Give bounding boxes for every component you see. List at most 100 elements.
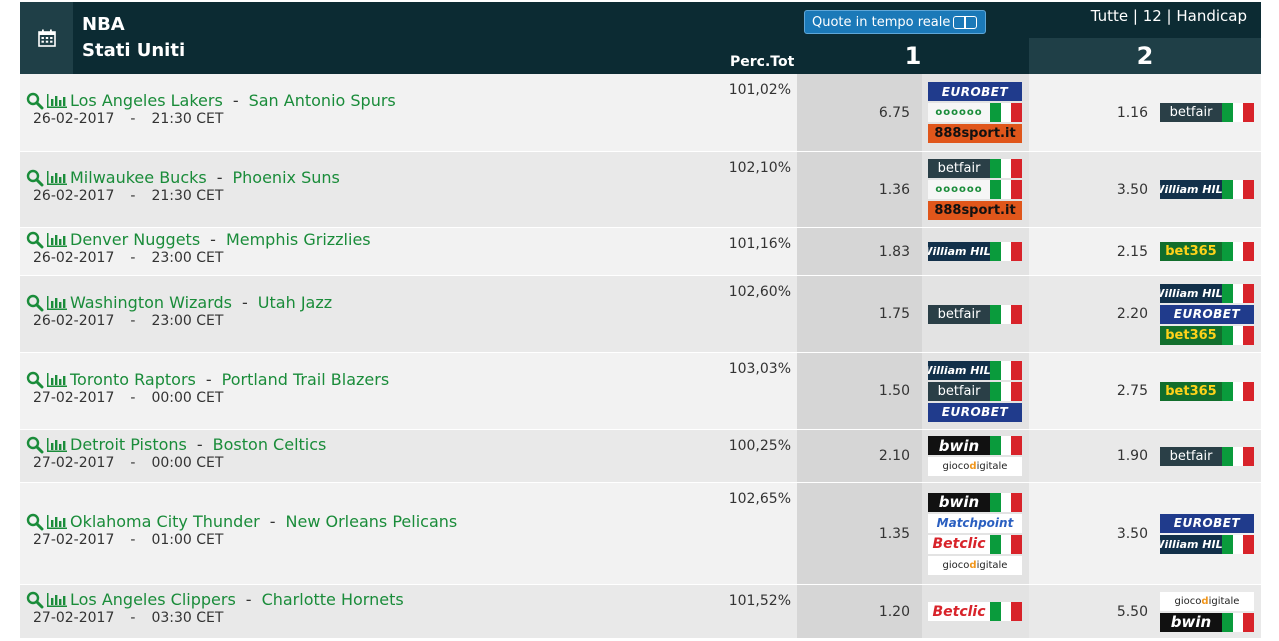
odd-home[interactable]: 1.50 — [797, 353, 922, 429]
away-team-link[interactable]: Boston Celtics — [213, 435, 327, 454]
away-team-link[interactable]: Memphis Grizzlies — [226, 230, 371, 249]
search-icon[interactable] — [26, 169, 44, 187]
bookmakers-away: William HILL — [1160, 152, 1261, 227]
stats-chart-icon[interactable] — [46, 514, 68, 530]
column-header-2[interactable]: 2 — [1029, 38, 1261, 74]
odd-away[interactable]: 3.50 — [1029, 483, 1160, 584]
bookmaker-logo-william-hill[interactable]: William HILL — [928, 360, 1023, 380]
bookmaker-logo-matchpoint[interactable]: Matchpoint — [928, 513, 1022, 533]
bookmaker-logo-bet365[interactable]: bet365 — [1160, 381, 1255, 401]
bookmaker-logo-william-hill[interactable]: William HILL — [1160, 283, 1255, 303]
odd-home[interactable]: 6.75 — [797, 74, 922, 151]
stats-chart-icon[interactable] — [46, 295, 68, 311]
bookmaker-logo-bet365[interactable]: bet365 — [1160, 242, 1255, 261]
bookmaker-logo-eurobet[interactable]: EUROBET — [1160, 304, 1254, 324]
away-team-link[interactable]: Utah Jazz — [258, 293, 332, 312]
search-icon[interactable] — [26, 294, 44, 312]
bookmaker-logo-giocodigitale[interactable]: gioco d igitale — [1160, 591, 1254, 611]
bookmaker-logo-william-hill[interactable]: William HILL — [1160, 534, 1255, 554]
search-icon[interactable] — [26, 371, 44, 389]
bookmaker-logo-betfair[interactable]: betfair — [928, 159, 1023, 178]
stats-chart-icon[interactable] — [46, 170, 68, 186]
team-separator: - — [216, 168, 223, 187]
odd-away[interactable]: 2.20 — [1029, 276, 1160, 352]
bookmaker-logo-coral[interactable]: oooooo — [928, 180, 1023, 199]
odd-home[interactable]: 1.20 — [797, 585, 922, 638]
search-icon[interactable] — [26, 591, 44, 609]
stats-chart-icon[interactable] — [46, 592, 68, 608]
search-icon[interactable] — [26, 513, 44, 531]
search-icon[interactable] — [26, 436, 44, 454]
bookmaker-logo-bwin[interactable]: bwin — [1160, 612, 1255, 632]
bookmaker-logo-william-hill[interactable]: William HILL — [1160, 180, 1255, 199]
bookmaker-logo-betfair[interactable]: betfair — [1160, 103, 1255, 122]
search-icon[interactable] — [26, 231, 44, 249]
bookmaker-logo-william-hill[interactable]: William HILL — [928, 242, 1023, 261]
match-time: 21:30 CET — [151, 188, 224, 204]
bookmaker-logo-betclic[interactable]: Betclic — [928, 534, 1023, 554]
bookmaker-logo-betfair[interactable]: betfair — [928, 381, 1023, 401]
match-date: 27-02-2017 — [33, 390, 115, 406]
match-row: Toronto Raptors - Portland Trail Blazers… — [20, 353, 1261, 430]
stats-chart-icon[interactable] — [46, 93, 68, 109]
bookmaker-logo-giocodigitale[interactable]: gioco d igitale — [928, 555, 1022, 575]
bookmaker-logo-eurobet[interactable]: EUROBET — [928, 82, 1022, 101]
match-info: Denver Nuggets - Memphis Grizzlies 26-02… — [26, 230, 371, 266]
odd-away[interactable]: 3.50 — [1029, 152, 1160, 227]
bookmaker-logo-eurobet[interactable]: EUROBET — [928, 402, 1022, 422]
calendar-button[interactable] — [20, 2, 73, 74]
odd-home[interactable]: 1.75 — [797, 276, 922, 352]
odd-away[interactable]: 2.75 — [1029, 353, 1160, 429]
bookmaker-logo-giocodigitale[interactable]: gioco d igitale — [928, 457, 1022, 476]
home-team-link[interactable]: Washington Wizards — [70, 293, 232, 312]
italy-flag-icon — [990, 103, 1023, 122]
perc-tot-header: Perc.Tot — [730, 54, 795, 70]
odd-away[interactable]: 5.50 — [1029, 585, 1160, 638]
column-header-1[interactable]: 1 — [797, 38, 1029, 74]
bookmaker-logo-betclic[interactable]: Betclic — [928, 602, 1023, 621]
bookmaker-logo-coral[interactable]: oooooo — [928, 103, 1023, 122]
stats-chart-icon[interactable] — [46, 437, 68, 453]
bookmaker-logo-888sport[interactable]: 888sport.it — [928, 201, 1022, 220]
away-team-link[interactable]: San Antonio Spurs — [249, 91, 396, 110]
odd-away[interactable]: 2.15 — [1029, 228, 1160, 275]
bookmaker-logo-eurobet[interactable]: EUROBET — [1160, 513, 1254, 533]
odd-home[interactable]: 1.36 — [797, 152, 922, 227]
bookmaker-logo-bwin[interactable]: bwin — [928, 492, 1023, 512]
odd-away[interactable]: 1.16 — [1029, 74, 1160, 151]
date-separator: - — [130, 610, 136, 626]
bookmaker-logo-betfair[interactable]: betfair — [1160, 446, 1255, 466]
search-icon[interactable] — [26, 92, 44, 110]
match-datetime: 27-02-2017-03:30 CET — [33, 610, 404, 626]
bookmaker-logo-888sport[interactable]: 888sport.it — [928, 124, 1022, 143]
stats-chart-icon[interactable] — [46, 372, 68, 388]
bookmaker-logo-betfair[interactable]: betfair — [928, 304, 1023, 324]
home-team-link[interactable]: Oklahoma City Thunder — [70, 512, 260, 531]
live-odds-label: Quote in tempo reale — [812, 14, 951, 30]
odd-home[interactable]: 1.35 — [797, 483, 922, 584]
live-odds-toggle[interactable]: Quote in tempo reale — [804, 10, 986, 34]
market-filters[interactable]: Tutte | 12 | Handicap — [1091, 7, 1247, 25]
odd-away[interactable]: 1.90 — [1029, 430, 1160, 482]
home-team-link[interactable]: Los Angeles Clippers — [70, 590, 236, 609]
bookmaker-logo-bwin[interactable]: bwin — [928, 436, 1023, 455]
home-team-link[interactable]: Los Angeles Lakers — [70, 91, 223, 110]
bookmaker-logo-bet365[interactable]: bet365 — [1160, 325, 1255, 345]
stats-chart-icon[interactable] — [46, 232, 68, 248]
date-separator: - — [130, 532, 136, 548]
home-team-link[interactable]: Milwaukee Bucks — [70, 168, 207, 187]
bookmaker-name: bet365 — [1160, 325, 1222, 345]
away-team-link[interactable]: Charlotte Hornets — [262, 590, 404, 609]
odd-home[interactable]: 1.83 — [797, 228, 922, 275]
home-team-link[interactable]: Detroit Pistons — [70, 435, 187, 454]
away-team-link[interactable]: Portland Trail Blazers — [222, 370, 390, 389]
bookmaker-name: bet365 — [1160, 381, 1222, 401]
home-team-link[interactable]: Toronto Raptors — [70, 370, 196, 389]
odd-home[interactable]: 2.10 — [797, 430, 922, 482]
home-team-link[interactable]: Denver Nuggets — [70, 230, 200, 249]
match-time: 01:00 CET — [151, 532, 224, 548]
odd-home-value: 1.36 — [878, 181, 910, 198]
away-team-link[interactable]: New Orleans Pelicans — [286, 512, 458, 531]
date-separator: - — [130, 455, 136, 471]
away-team-link[interactable]: Phoenix Suns — [233, 168, 340, 187]
